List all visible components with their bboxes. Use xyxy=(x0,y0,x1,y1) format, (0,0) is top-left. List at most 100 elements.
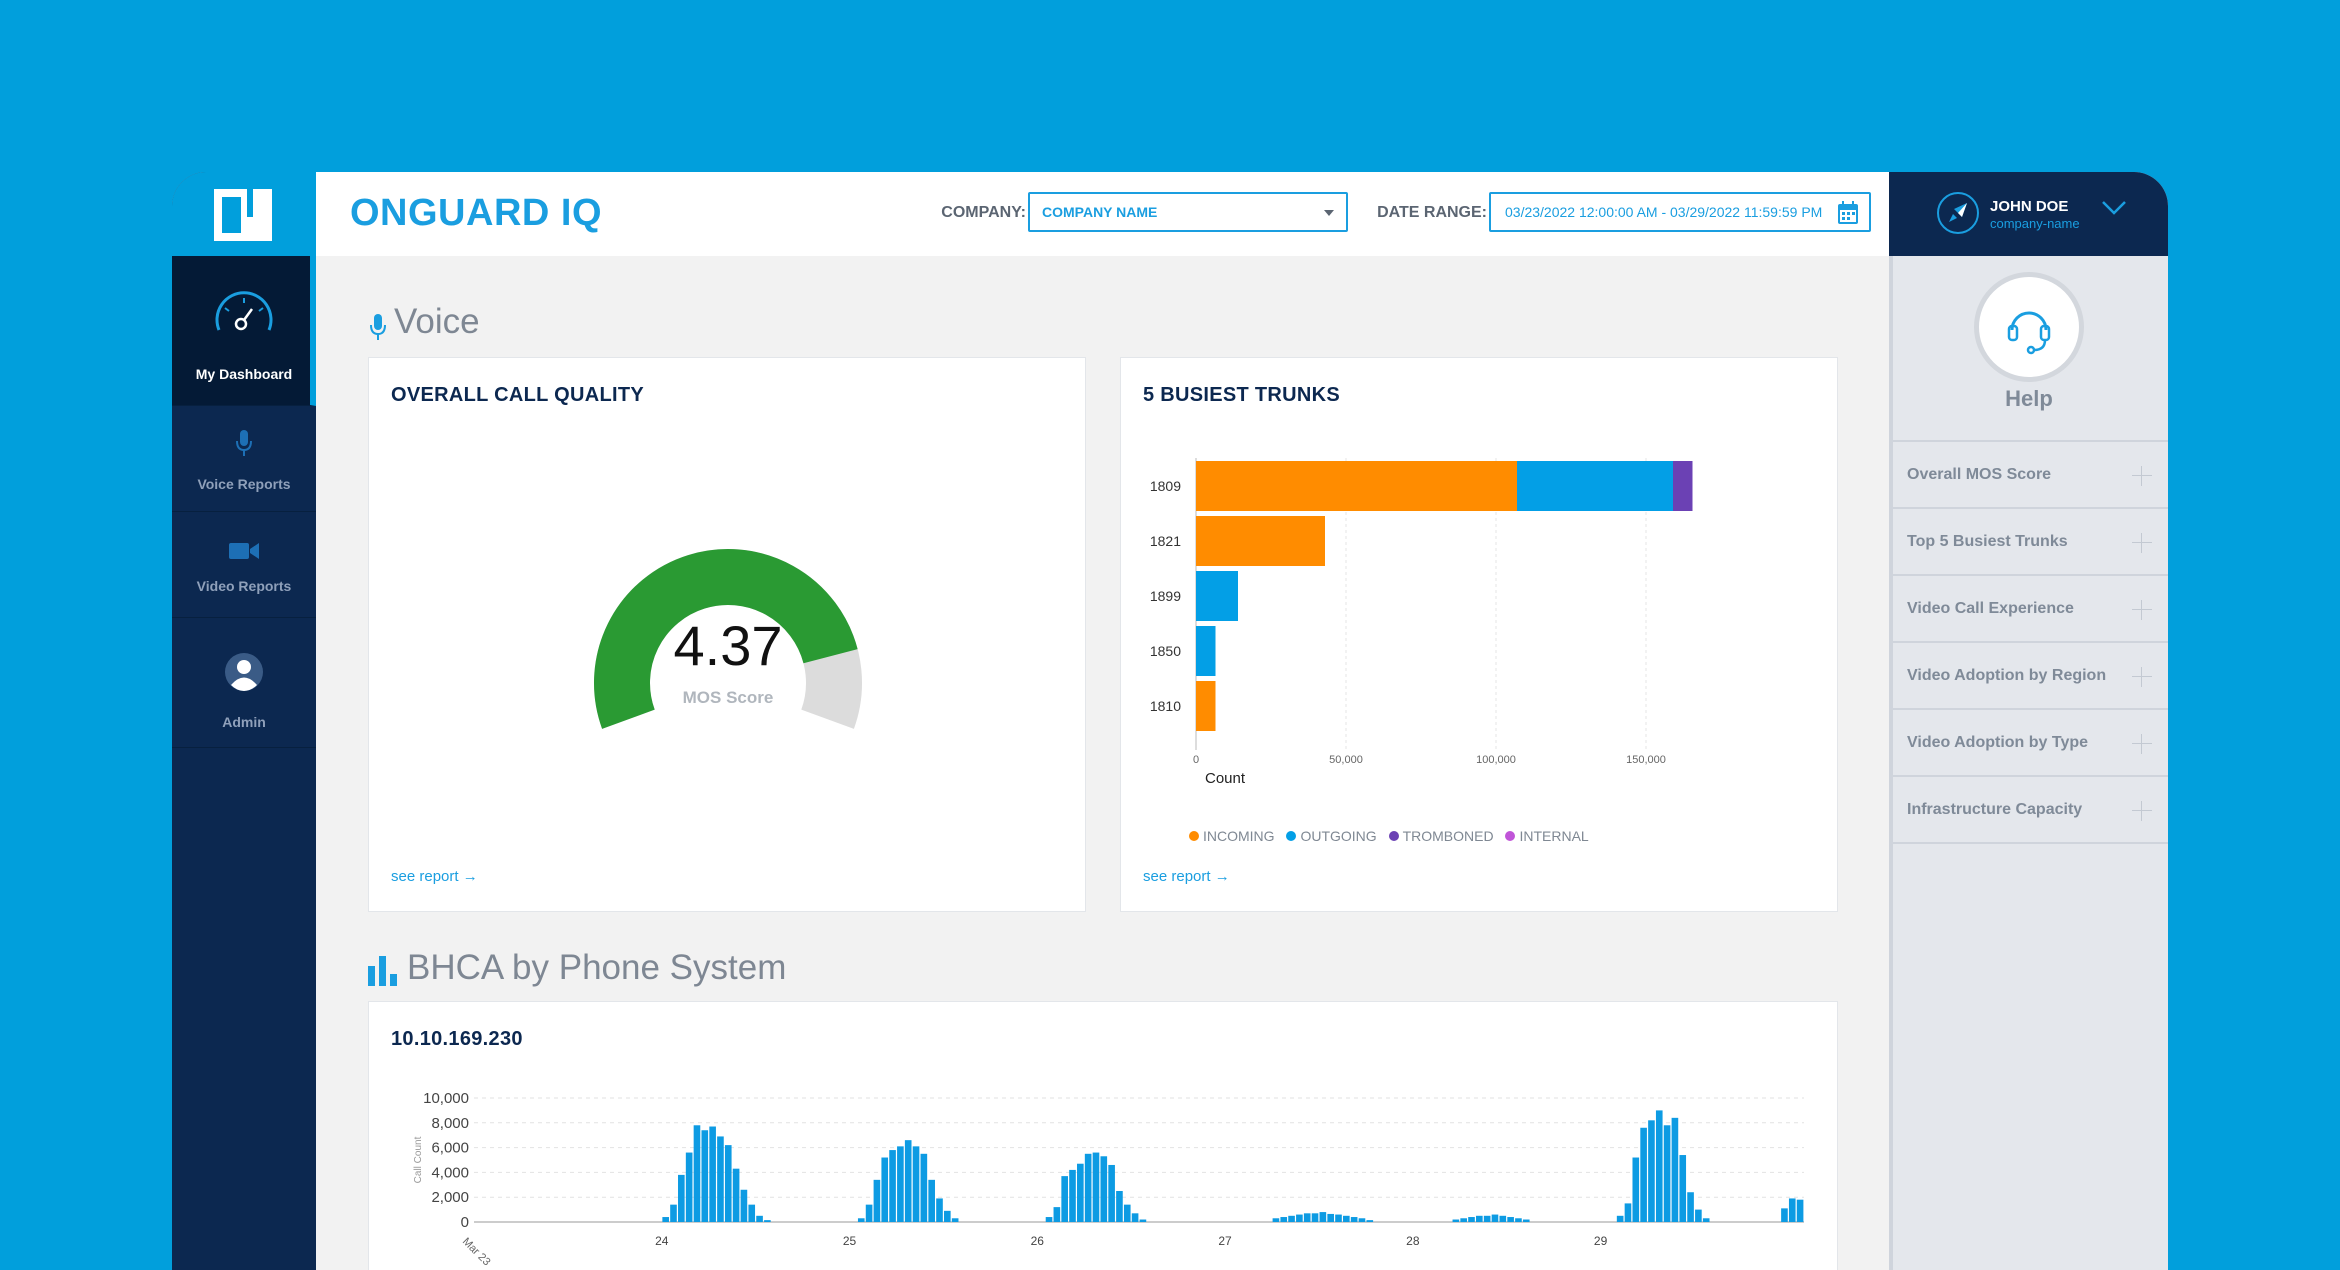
histogram-bar xyxy=(1491,1214,1499,1222)
histogram-bar xyxy=(873,1179,881,1222)
user-menu[interactable]: JOHN DOE company-name xyxy=(1889,172,2168,256)
histogram-bar xyxy=(1139,1219,1147,1222)
help-list: Overall MOS Score Top 5 Busiest Trunks V… xyxy=(1893,440,2168,844)
histogram-bar xyxy=(670,1204,677,1222)
histogram-bar xyxy=(693,1125,701,1222)
histogram-bar xyxy=(865,1204,873,1222)
video-camera-icon xyxy=(172,540,316,562)
histogram-bar xyxy=(1069,1169,1076,1222)
bar-segment xyxy=(1673,461,1693,511)
histogram-bar xyxy=(951,1218,959,1222)
histogram-bar xyxy=(1319,1212,1327,1222)
histogram-bar xyxy=(1123,1204,1131,1222)
histogram-bar xyxy=(1695,1209,1702,1222)
see-report-label: see report xyxy=(391,868,459,885)
nav-label: Video Reports xyxy=(196,578,292,594)
histogram-bar xyxy=(1483,1215,1491,1222)
histogram-bar xyxy=(944,1210,951,1222)
chevron-down-icon[interactable] xyxy=(2101,200,2127,221)
legend-item-outgoing[interactable]: OUTGOING xyxy=(1286,828,1377,844)
histogram-bar xyxy=(912,1146,920,1222)
help-item-label: Top 5 Busiest Trunks xyxy=(1907,533,2068,550)
calendar-icon[interactable] xyxy=(1837,201,1859,228)
histogram-bar xyxy=(1288,1215,1295,1222)
app-title: ONGUARD IQ xyxy=(350,192,602,234)
bhca-section-title: BHCA by Phone System xyxy=(407,948,787,987)
see-report-link[interactable]: see report → xyxy=(1143,868,1230,885)
bhca-card: 10.10.169.230 0 2,000 4,000 6,000 8,000 10,00… xyxy=(368,1001,1838,1270)
nav-item-video-reports[interactable]: Video Reports xyxy=(172,512,316,618)
histogram-bar xyxy=(717,1136,724,1222)
x-tick-label: Mar 23 xyxy=(460,1236,493,1269)
help-item-busiest-trunks[interactable]: Top 5 Busiest Trunks xyxy=(1893,509,2168,576)
bar-segment xyxy=(1517,461,1673,511)
histogram-bar xyxy=(1616,1215,1624,1222)
user-name: JOHN DOE xyxy=(1990,198,2069,215)
plus-icon xyxy=(2132,734,2152,754)
x-tick-label: 25 xyxy=(843,1234,857,1248)
histogram-bar xyxy=(1280,1217,1288,1222)
help-button[interactable] xyxy=(1974,272,2084,382)
company-select[interactable]: COMPANY NAME xyxy=(1028,192,1348,232)
help-item-video-adoption-region[interactable]: Video Adoption by Region xyxy=(1893,643,2168,710)
mos-label: MOS Score xyxy=(682,688,774,707)
company-label: COMPANY: xyxy=(941,204,1026,221)
nav-item-admin[interactable]: Admin xyxy=(172,618,316,748)
app-logo[interactable] xyxy=(172,172,316,256)
y-tick-label: 6,000 xyxy=(431,1140,469,1157)
histogram-bar xyxy=(1092,1152,1100,1222)
x-tick-label: 26 xyxy=(1031,1234,1045,1248)
histogram-bar xyxy=(1702,1218,1710,1222)
legend-swatch xyxy=(1388,831,1399,841)
legend-item-tromboned[interactable]: TROMBONED xyxy=(1388,828,1494,844)
plus-icon xyxy=(2132,667,2152,687)
trunks-chart: 0 50,000 100,000 150,000 Count 1809 1821 1899 18… xyxy=(1150,458,1693,787)
microphone-icon xyxy=(172,428,316,458)
voice-section-title: Voice xyxy=(394,302,480,341)
y-tick-label: 1810 xyxy=(1150,698,1181,714)
histogram-bar xyxy=(1311,1213,1319,1222)
date-range-label: DATE RANGE: xyxy=(1377,204,1487,221)
histogram-bar xyxy=(1499,1215,1507,1222)
histogram-bar xyxy=(685,1152,693,1222)
histogram-bar xyxy=(1476,1215,1483,1222)
side-nav: My Dashboard Voice Reports Video Reports xyxy=(172,172,316,1270)
histogram-bar xyxy=(1663,1125,1671,1222)
help-item-video-call-experience[interactable]: Video Call Experience xyxy=(1893,576,2168,643)
histogram-bar xyxy=(936,1198,943,1222)
histogram-bar xyxy=(1358,1218,1366,1222)
histogram-bar xyxy=(1100,1156,1108,1222)
histogram-bar xyxy=(1468,1217,1475,1222)
see-report-link[interactable]: see report → xyxy=(391,868,478,885)
legend-item-internal[interactable]: INTERNAL xyxy=(1505,828,1589,844)
histogram-bar xyxy=(756,1215,763,1222)
histogram-bar xyxy=(732,1168,740,1222)
histogram-bar xyxy=(678,1174,685,1222)
histogram-bar xyxy=(1077,1163,1084,1222)
headset-icon xyxy=(2007,311,2051,355)
help-item-infrastructure-capacity[interactable]: Infrastructure Capacity xyxy=(1893,777,2168,844)
help-item-overall-mos[interactable]: Overall MOS Score xyxy=(1893,442,2168,509)
nav-item-voice-reports[interactable]: Voice Reports xyxy=(172,406,316,512)
histogram-bar xyxy=(1522,1219,1530,1222)
help-item-label: Video Adoption by Type xyxy=(1907,734,2089,751)
legend-item-incoming[interactable]: INCOMING xyxy=(1189,828,1275,844)
legend-swatch xyxy=(1505,831,1516,841)
help-item-video-adoption-type[interactable]: Video Adoption by Type xyxy=(1893,710,2168,777)
histogram-bar xyxy=(857,1218,865,1222)
help-panel: Help Overall MOS Score Top 5 Busiest Tru… xyxy=(1889,256,2168,1270)
caret-down-icon xyxy=(1324,210,1334,216)
histogram-bar xyxy=(1131,1213,1139,1222)
y-tick-label: 1899 xyxy=(1150,588,1181,604)
help-title: Help xyxy=(2005,386,2053,411)
histogram-bar xyxy=(1655,1110,1663,1222)
nav-item-my-dashboard[interactable]: My Dashboard xyxy=(172,256,316,406)
histogram-bar xyxy=(709,1126,716,1222)
arrow-right-icon: → xyxy=(1214,868,1230,885)
bar-segment xyxy=(1196,461,1517,511)
y-tick-label: 1850 xyxy=(1150,643,1181,659)
logo-icon xyxy=(214,189,272,241)
x-tick-label: 24 xyxy=(655,1234,669,1248)
date-range-input[interactable]: 03/23/2022 12:00:00 AM - 03/29/2022 11:5… xyxy=(1489,192,1871,232)
histogram-bar xyxy=(662,1217,669,1222)
